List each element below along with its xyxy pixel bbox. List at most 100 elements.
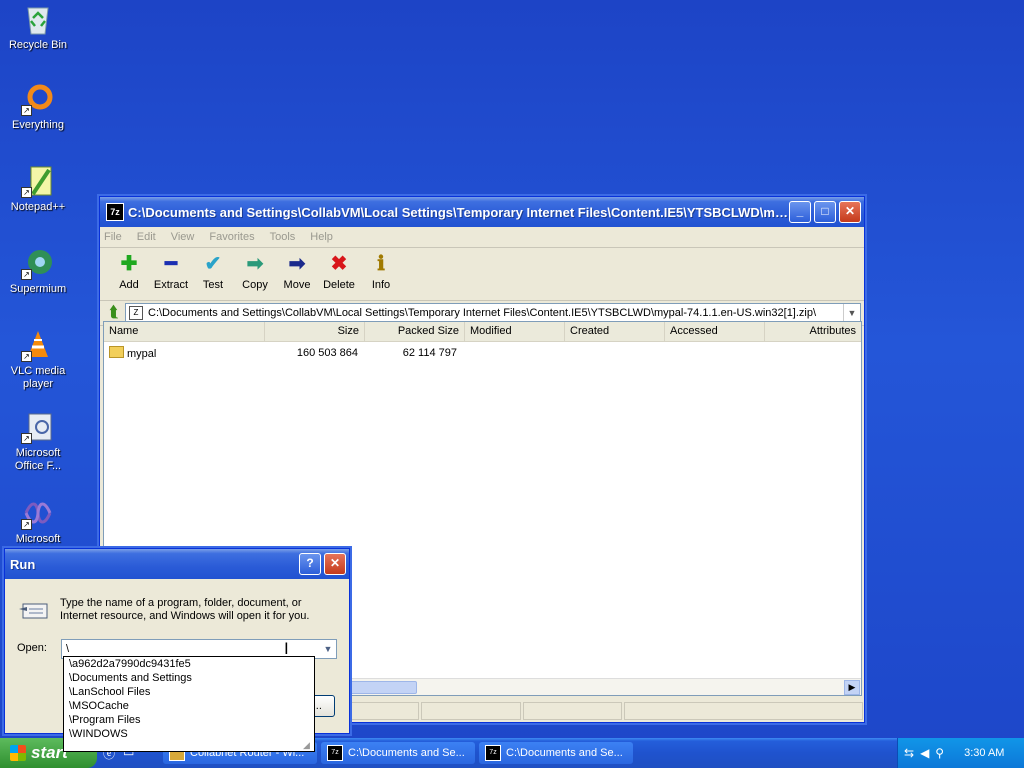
desktop-icon-label: Notepad++	[10, 201, 66, 213]
column-packed-size[interactable]: Packed Size	[365, 322, 465, 341]
supermium-browser-icon: ↗	[21, 246, 55, 280]
autocomplete-item[interactable]: \Documents and Settings	[64, 671, 314, 685]
shortcut-arrow-icon: ↗	[21, 187, 32, 198]
column-name[interactable]: Name	[104, 322, 265, 341]
open-label: Open:	[17, 642, 47, 654]
visual-studio-icon: ↗	[21, 496, 55, 530]
desktop-icon-vlc[interactable]: ↗ VLC media player	[0, 328, 76, 391]
status-cell	[522, 702, 623, 720]
menu-bar: File Edit View Favorites Tools Help	[100, 227, 864, 248]
table-row[interactable]: mypal 160 503 864 62 114 797	[104, 344, 861, 361]
desktop-icon-label: Everything	[12, 119, 64, 131]
menu-edit[interactable]: Edit	[137, 231, 156, 243]
extract-button[interactable]: ━ Extract	[150, 248, 192, 291]
column-created[interactable]: Created	[565, 322, 665, 341]
autocomplete-item[interactable]: \a962d2a7990dc9431fe5	[64, 657, 314, 671]
minimize-button[interactable]: _	[789, 201, 811, 223]
copy-button[interactable]: ➡ Copy	[234, 248, 276, 291]
address-path: C:\Documents and Settings\CollabVM\Local…	[148, 307, 817, 319]
add-button[interactable]: ✚ Add	[108, 248, 150, 291]
menu-tools[interactable]: Tools	[270, 231, 296, 243]
close-button[interactable]: ✕	[839, 201, 861, 223]
move-label: Move	[283, 279, 311, 291]
move-button[interactable]: ➡ Move	[276, 248, 318, 291]
column-attributes[interactable]: Attributes	[765, 322, 861, 341]
run-title: Run	[10, 556, 36, 572]
menu-help[interactable]: Help	[310, 231, 333, 243]
autocomplete-item[interactable]: \MSOCache	[64, 699, 314, 713]
maximize-button[interactable]: □	[814, 201, 836, 223]
desktop-icon-recycle-bin[interactable]: Recycle Bin	[0, 2, 76, 52]
status-cell	[624, 702, 864, 720]
sevenzip-app-icon: 7z	[327, 745, 343, 761]
desktop-icon-office[interactable]: ↗ Microsoft Office F...	[0, 410, 76, 473]
folder-icon	[109, 345, 124, 358]
info-button[interactable]: ℹ Info	[360, 248, 402, 291]
menu-file[interactable]: File	[104, 231, 122, 243]
chevron-down-icon[interactable]: ▼	[843, 304, 860, 322]
sevenzip-titlebar[interactable]: 7z C:\Documents and Settings\CollabVM\Lo…	[100, 197, 864, 227]
taskbar-button-7zip-2[interactable]: 7z C:\Documents and Se...	[479, 742, 633, 764]
shortcut-arrow-icon: ↗	[21, 351, 32, 362]
shortcut-arrow-icon: ↗	[21, 433, 32, 444]
autocomplete-item[interactable]: \WINDOWS	[64, 727, 314, 741]
add-label: Add	[119, 279, 139, 291]
clock[interactable]: 3:30 AM	[964, 747, 1004, 759]
address-input[interactable]: Z C:\Documents and Settings\CollabVM\Loc…	[125, 303, 861, 323]
zip-archive-icon: Z	[129, 306, 143, 320]
test-button[interactable]: ✔ Test	[192, 248, 234, 291]
window-title: C:\Documents and Settings\CollabVM\Local…	[128, 204, 789, 220]
sevenzip-app-icon: 7z	[106, 203, 124, 221]
run-description: Type the name of a program, folder, docu…	[60, 597, 310, 622]
autocomplete-item[interactable]: \LanSchool Files	[64, 685, 314, 699]
task-label: C:\Documents and Se...	[348, 747, 465, 759]
system-tray: ⇆ ◀ ⚲ 3:30 AM	[897, 738, 1024, 768]
volume-icon[interactable]: ◀	[920, 746, 929, 760]
help-button[interactable]: ?	[299, 553, 321, 575]
vlc-cone-icon: ↗	[21, 328, 55, 362]
copy-label: Copy	[242, 279, 268, 291]
status-cell	[421, 702, 521, 720]
run-icon	[19, 599, 51, 621]
menu-view[interactable]: View	[171, 231, 195, 243]
notepad-plus-plus-icon: ↗	[21, 164, 55, 198]
checkmark-icon: ✔	[204, 253, 222, 275]
column-modified[interactable]: Modified	[465, 322, 565, 341]
delete-x-icon: ✖	[330, 253, 348, 275]
scroll-right-icon[interactable]: ▶	[844, 680, 860, 695]
chevron-down-icon[interactable]: ▼	[320, 640, 336, 658]
desktop-icon-notepad-plus-plus[interactable]: ↗ Notepad++	[0, 164, 76, 214]
open-input[interactable]	[62, 642, 320, 656]
shortcut-arrow-icon: ↗	[21, 519, 32, 530]
network-icon[interactable]: ⇆	[904, 746, 914, 760]
minus-icon: ━	[164, 253, 178, 275]
delete-button[interactable]: ✖ Delete	[318, 248, 360, 291]
plus-icon: ✚	[120, 253, 138, 275]
column-headers: Name Size Packed Size Modified Created A…	[104, 322, 861, 342]
everything-search-icon: ↗	[21, 82, 55, 116]
desktop-icon-supermium[interactable]: ↗ Supermium	[0, 246, 76, 296]
taskbar-button-7zip-1[interactable]: 7z C:\Documents and Se...	[321, 742, 475, 764]
toolbar: ✚ Add ━ Extract ✔ Test ➡ Copy ➡ Move ✖ D…	[100, 248, 864, 301]
desktop-icon-everything[interactable]: ↗ Everything	[0, 82, 76, 132]
task-label: C:\Documents and Se...	[506, 747, 623, 759]
delete-label: Delete	[323, 279, 355, 291]
office-icon: ↗	[21, 410, 55, 444]
run-titlebar[interactable]: Run ? ✕	[5, 549, 349, 579]
run-close-button[interactable]: ✕	[324, 553, 346, 575]
column-accessed[interactable]: Accessed	[665, 322, 765, 341]
row-packed-size: 62 114 797	[402, 346, 457, 359]
extract-label: Extract	[153, 279, 189, 291]
info-icon: ℹ	[377, 253, 385, 275]
menu-favorites[interactable]: Favorites	[209, 231, 254, 243]
up-folder-icon[interactable]: ⮬	[103, 303, 125, 323]
scroll-thumb[interactable]	[349, 681, 417, 694]
column-size[interactable]: Size	[265, 322, 365, 341]
autocomplete-item[interactable]: \Program Files	[64, 713, 314, 727]
shortcut-arrow-icon: ↗	[21, 269, 32, 280]
test-label: Test	[202, 279, 224, 291]
resize-grip-icon[interactable]: ◢	[303, 740, 313, 750]
search-icon[interactable]: ⚲	[935, 746, 944, 760]
ibeam-cursor-icon: I	[284, 639, 289, 658]
sevenzip-app-icon: 7z	[485, 745, 501, 761]
